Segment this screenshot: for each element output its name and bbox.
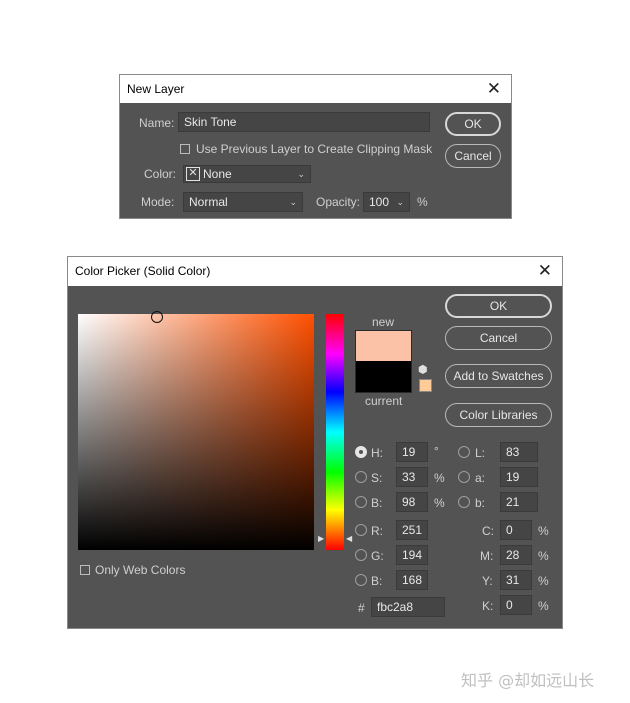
saturation-unit: %: [434, 471, 445, 485]
color-field-marker[interactable]: [151, 311, 163, 323]
mode-label: Mode:: [141, 195, 175, 209]
none-color-icon: ✕: [186, 167, 200, 181]
color-picker-dialog: Color Picker (Solid Color) ✕ ▶ ◀ new cur…: [67, 256, 563, 629]
red-input[interactable]: 251: [396, 520, 428, 540]
name-label: Name:: [139, 116, 175, 130]
new-layer-title: New Layer: [127, 82, 185, 96]
lab-b-label: b:: [475, 496, 486, 510]
red-label: R:: [371, 524, 383, 538]
saturation-label: S:: [371, 471, 383, 485]
current-color-label: current: [365, 394, 403, 408]
opacity-input[interactable]: 100 ⌄: [363, 192, 410, 212]
web-safe-swatch[interactable]: [419, 379, 432, 392]
cancel-button[interactable]: Cancel: [445, 144, 501, 168]
magenta-input[interactable]: 28: [500, 545, 532, 565]
lab-l-label: L:: [475, 446, 486, 460]
new-layer-titlebar[interactable]: New Layer ✕: [120, 75, 511, 103]
new-layer-dialog: New Layer ✕ Name: Skin Tone Use Previous…: [119, 74, 512, 219]
saturation-input[interactable]: 33: [396, 467, 428, 487]
color-field[interactable]: [78, 311, 314, 550]
yellow-input[interactable]: 31: [500, 570, 532, 590]
hue-label: H:: [371, 446, 383, 460]
color-picker-title: Color Picker (Solid Color): [75, 264, 211, 278]
lab-a-label: a:: [475, 471, 486, 485]
only-web-colors-label: Only Web Colors: [95, 563, 186, 577]
brightness-unit: %: [434, 496, 445, 510]
magenta-unit: %: [538, 549, 549, 563]
add-to-swatches-button[interactable]: Add to Swatches: [445, 364, 552, 388]
opacity-label: Opacity:: [316, 195, 361, 209]
black-unit: %: [538, 599, 549, 613]
brightness-radio[interactable]: [355, 496, 367, 508]
blue-input[interactable]: 168: [396, 570, 428, 590]
blue-radio[interactable]: [355, 574, 367, 586]
cancel-button[interactable]: Cancel: [445, 326, 552, 350]
green-input[interactable]: 194: [396, 545, 428, 565]
red-radio[interactable]: [355, 524, 367, 536]
only-web-colors-checkbox[interactable]: [80, 565, 90, 575]
hue-slider-right-arrow[interactable]: ◀: [346, 534, 352, 543]
opacity-value: 100: [369, 195, 390, 209]
chevron-down-icon[interactable]: ⌄: [396, 193, 404, 211]
close-icon[interactable]: ✕: [487, 75, 501, 103]
green-label: G:: [371, 549, 384, 563]
opacity-unit: %: [417, 195, 428, 209]
mode-dropdown[interactable]: Normal ⌄: [183, 192, 303, 212]
chevron-down-icon: ⌄: [289, 197, 297, 207]
hue-slider-left-arrow[interactable]: ▶: [318, 534, 324, 543]
hue-unit: °: [434, 444, 439, 458]
watermark: 知乎 @却如远山长: [461, 671, 595, 690]
hue-slider[interactable]: [326, 314, 344, 550]
color-libraries-button[interactable]: Color Libraries: [445, 403, 552, 427]
lab-b-radio[interactable]: [458, 496, 470, 508]
color-picker-titlebar[interactable]: Color Picker (Solid Color) ✕: [68, 257, 562, 286]
mode-value: Normal: [189, 195, 228, 209]
clipping-mask-label: Use Previous Layer to Create Clipping Ma…: [196, 142, 433, 156]
ok-button[interactable]: OK: [445, 294, 552, 318]
ok-button[interactable]: OK: [445, 112, 501, 136]
blue-label: B:: [371, 574, 383, 588]
current-color-swatch[interactable]: [355, 361, 412, 393]
close-icon[interactable]: ✕: [538, 257, 552, 286]
brightness-input[interactable]: 98: [396, 492, 428, 512]
layer-name-input[interactable]: Skin Tone: [178, 112, 430, 132]
lab-b-input[interactable]: 21: [500, 492, 538, 512]
yellow-label: Y:: [482, 574, 493, 588]
magenta-label: M:: [480, 549, 494, 563]
hue-radio[interactable]: [355, 446, 367, 458]
cyan-unit: %: [538, 524, 549, 538]
lab-a-input[interactable]: 19: [500, 467, 538, 487]
hex-label: #: [358, 601, 365, 615]
black-label: K:: [482, 599, 494, 613]
hex-input[interactable]: fbc2a8: [371, 597, 445, 617]
color-dropdown[interactable]: ✕ None ⌄: [183, 165, 311, 183]
lab-l-radio[interactable]: [458, 446, 470, 458]
lab-a-radio[interactable]: [458, 471, 470, 483]
color-label: Color:: [144, 167, 177, 181]
black-input[interactable]: 0: [500, 595, 532, 615]
hue-input[interactable]: 19: [396, 442, 428, 462]
brightness-label: B:: [371, 496, 383, 510]
yellow-unit: %: [538, 574, 549, 588]
cyan-label: C:: [482, 524, 494, 538]
chevron-down-icon: ⌄: [297, 169, 305, 179]
color-value: None: [203, 167, 232, 181]
new-color-swatch: [355, 330, 412, 362]
saturation-radio[interactable]: [355, 471, 367, 483]
clipping-mask-checkbox[interactable]: [180, 144, 190, 154]
green-radio[interactable]: [355, 549, 367, 561]
new-color-label: new: [372, 315, 395, 329]
cyan-input[interactable]: 0: [500, 520, 532, 540]
lab-l-input[interactable]: 83: [500, 442, 538, 462]
cube-icon[interactable]: ⬢: [418, 363, 428, 376]
